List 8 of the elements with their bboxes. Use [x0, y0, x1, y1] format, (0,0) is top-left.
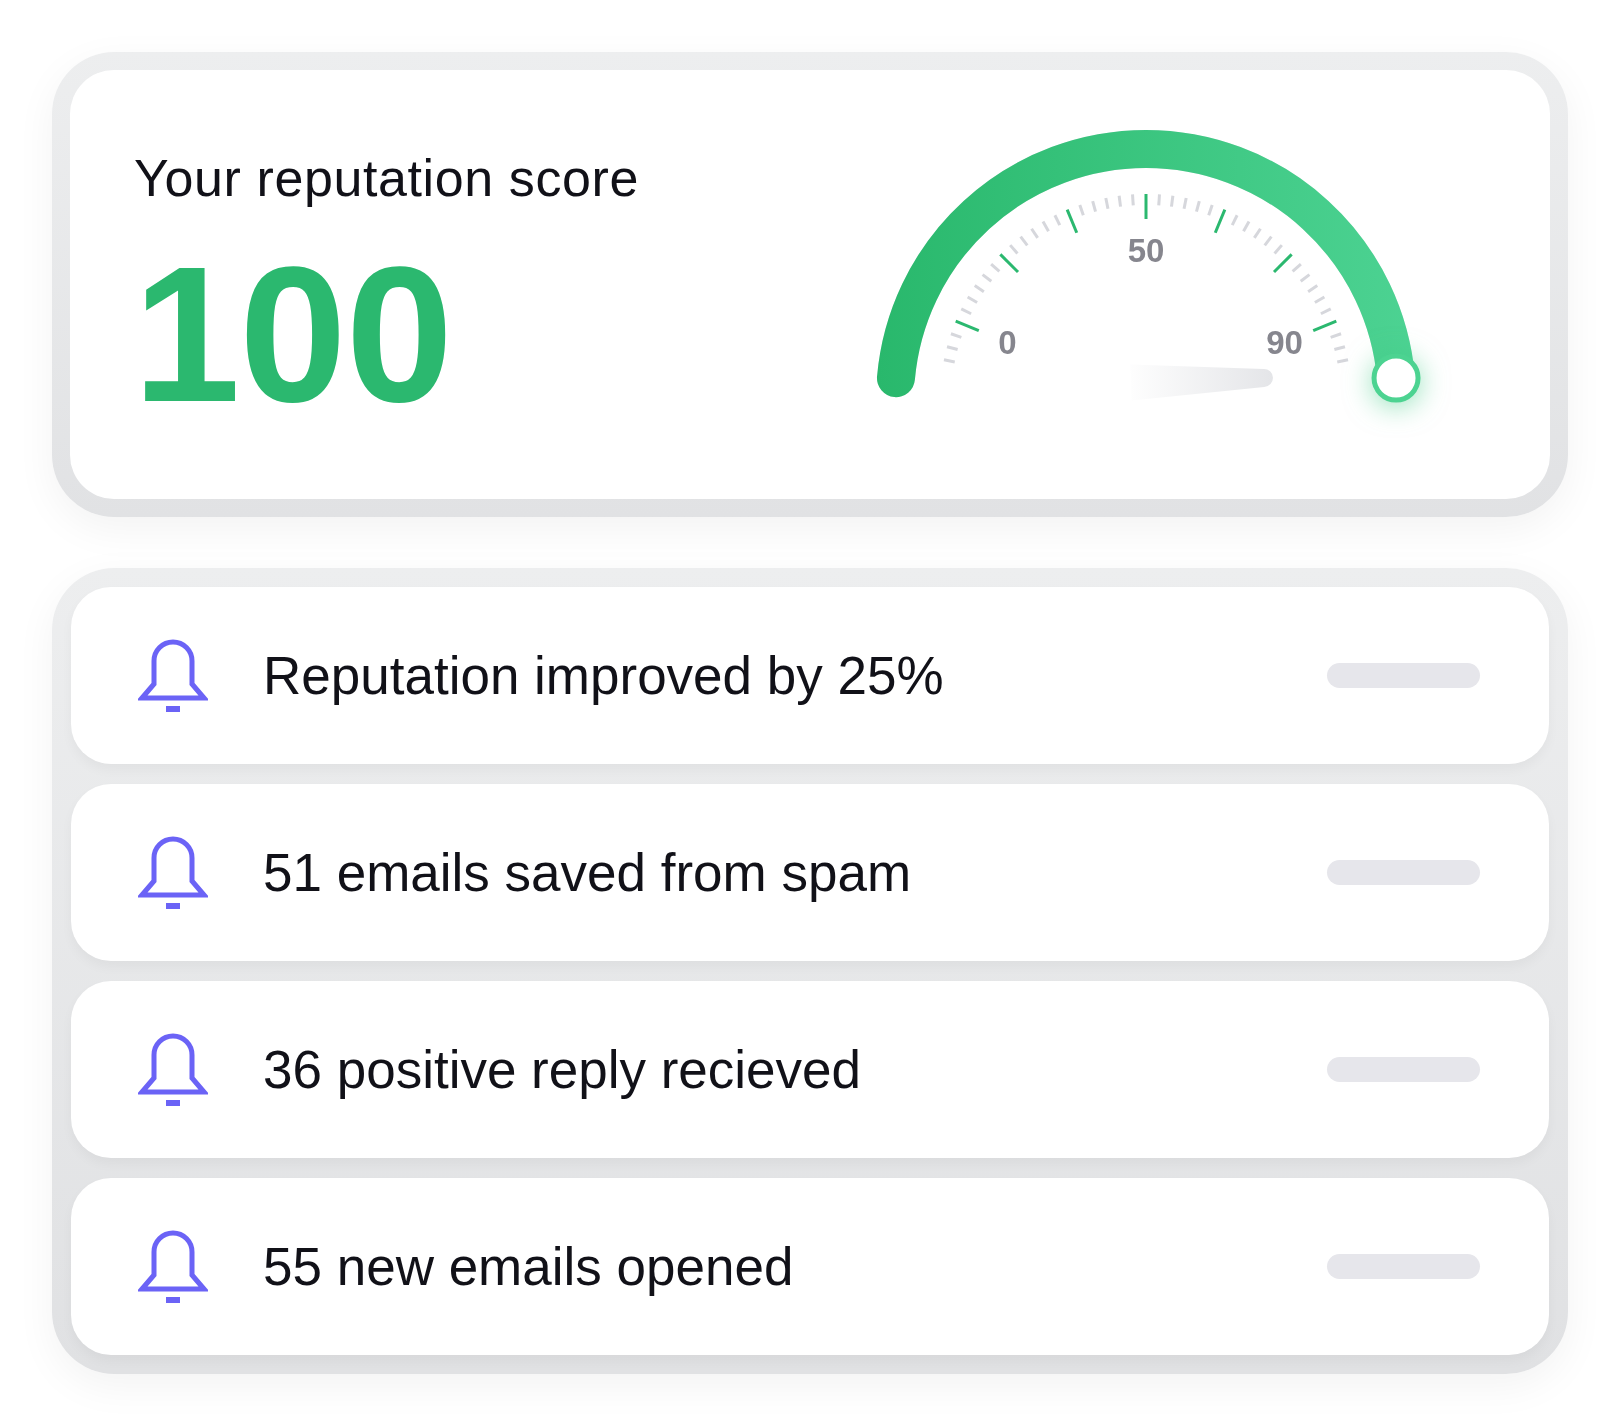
score-value: 100 [133, 238, 453, 431]
bell-icon [138, 1033, 208, 1106]
gauge-label: 0 [998, 324, 1017, 362]
bell-icon [138, 836, 208, 909]
bell-icon [138, 639, 208, 712]
gauge-label: 50 [1127, 231, 1165, 269]
bell-icon [138, 1230, 208, 1303]
gauge-label: 90 [1266, 324, 1303, 362]
